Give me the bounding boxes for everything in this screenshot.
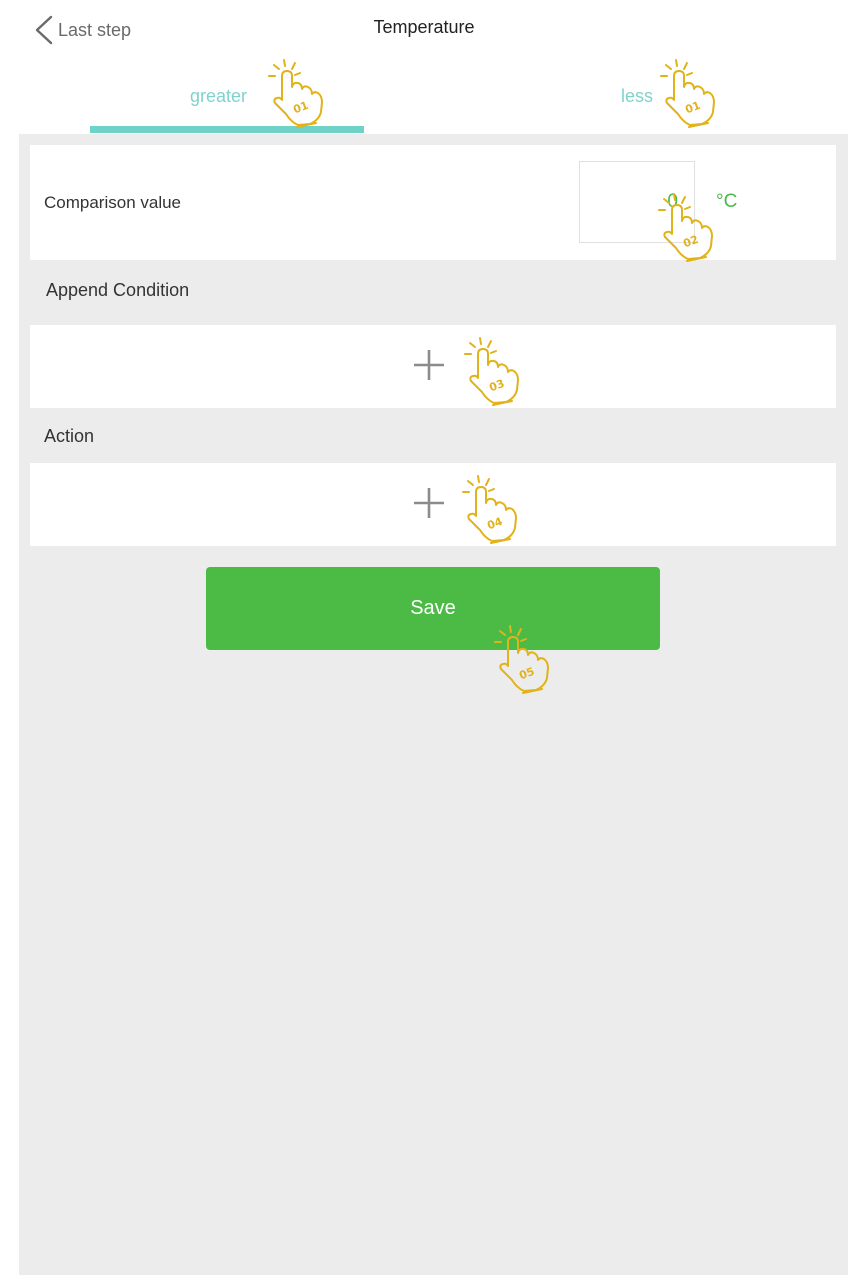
pointer-step-label: 03 xyxy=(487,377,506,394)
pointer-step-label: 05 xyxy=(517,665,536,682)
page-title: Temperature xyxy=(373,17,475,37)
action-heading: Action xyxy=(44,426,95,446)
tap-hand-icon: 04 xyxy=(458,472,528,544)
tap-hand-icon: 01 xyxy=(264,56,334,128)
tap-hand-icon: 05 xyxy=(490,622,560,694)
pointer-step-label: 01 xyxy=(683,99,702,116)
plus-icon xyxy=(411,347,447,388)
pointer-step-label: 01 xyxy=(291,99,310,116)
tab-greater[interactable]: greater xyxy=(190,86,247,107)
pointer-step-label: 04 xyxy=(485,515,504,533)
header-bar: Last step Temperature xyxy=(0,0,848,60)
tap-hand-icon: 02 xyxy=(654,190,724,262)
add-condition-button[interactable] xyxy=(30,325,836,408)
save-button[interactable]: Save xyxy=(206,567,660,650)
plus-icon xyxy=(411,485,447,526)
pointer-step-label: 02 xyxy=(681,233,700,250)
tab-less[interactable]: less xyxy=(621,86,653,107)
append-condition-heading: Append Condition xyxy=(46,280,190,300)
tap-hand-icon: 01 xyxy=(656,56,726,128)
page: Last step Temperature greater less Compa… xyxy=(0,0,848,1275)
content-area xyxy=(19,134,848,1275)
tap-hand-icon: 03 xyxy=(460,334,530,406)
add-action-button[interactable] xyxy=(30,463,836,546)
comparison-value-label: Comparison value xyxy=(44,193,182,212)
